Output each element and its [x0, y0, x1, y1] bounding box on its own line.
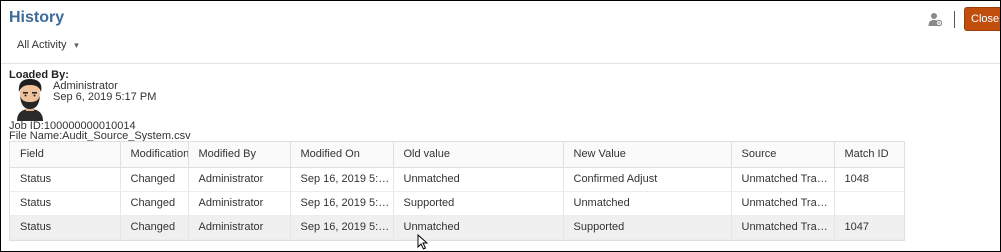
cell-source: Unmatched Transa... — [731, 215, 835, 240]
header-actions: Close — [926, 7, 1000, 31]
toolbar-divider — [954, 10, 955, 28]
table-row[interactable]: Status Changed Administrator Sep 16, 201… — [10, 167, 904, 192]
cell-field: Status — [10, 167, 121, 192]
cell-modified-by: Administrator — [188, 191, 291, 216]
cell-source: Unmatched Transa... — [731, 191, 835, 216]
cell-modified-on: Sep 16, 2019 5:22 ... — [290, 167, 394, 192]
cell-match-id — [834, 191, 904, 216]
loaded-by-date: Sep 6, 2019 5:17 PM — [53, 91, 157, 103]
header-divider — [1, 63, 1000, 64]
cell-new-value: Confirmed Adjust — [563, 167, 732, 192]
cell-modified-by: Administrator — [188, 215, 291, 240]
cell-old-value: Supported — [393, 191, 564, 216]
cell-modified-on: Sep 16, 2019 5:22 ... — [290, 191, 394, 216]
mouse-cursor-icon — [417, 233, 429, 250]
page-title: History — [9, 9, 65, 26]
column-header-modified-on[interactable]: Modified On — [290, 142, 394, 168]
avatar — [13, 77, 47, 121]
column-header-modified-by[interactable]: Modified By — [188, 142, 291, 168]
activity-filter-dropdown[interactable]: All Activity ▼ — [17, 39, 80, 51]
column-header-match-id[interactable]: Match ID — [834, 142, 904, 168]
column-header-modification[interactable]: Modification — [120, 142, 189, 168]
activity-filter-label: All Activity — [17, 39, 67, 51]
column-header-field[interactable]: Field — [10, 142, 121, 168]
cell-modification: Changed — [120, 215, 189, 240]
table-row[interactable]: Status Changed Administrator Sep 16, 201… — [10, 215, 904, 240]
cell-modification: Changed — [120, 167, 189, 192]
cell-modified-on: Sep 16, 2019 5:22 ... — [290, 215, 394, 240]
history-table: Field Modification Modified By Modified … — [9, 141, 905, 241]
cell-match-id: 1047 — [834, 215, 904, 240]
column-header-old-value[interactable]: Old value — [393, 142, 564, 168]
cell-match-id: 1048 — [834, 167, 904, 192]
cell-modified-by: Administrator — [188, 167, 291, 192]
table-header-row: Field Modification Modified By Modified … — [10, 142, 904, 168]
cell-field: Status — [10, 215, 121, 240]
close-button[interactable]: Close — [964, 7, 1000, 31]
column-header-source[interactable]: Source — [731, 142, 835, 168]
column-header-new-value[interactable]: New Value — [563, 142, 732, 168]
user-settings-icon[interactable] — [926, 10, 944, 28]
cell-modification: Changed — [120, 191, 189, 216]
cell-old-value: Unmatched — [393, 167, 564, 192]
history-panel: History All Activity ▼ Close Loaded By: — [0, 0, 1001, 252]
cell-new-value: Supported — [563, 215, 732, 240]
cell-source: Unmatched Transa... — [731, 167, 835, 192]
cell-field: Status — [10, 191, 121, 216]
cell-new-value: Unmatched — [563, 191, 732, 216]
chevron-down-icon: ▼ — [72, 40, 81, 50]
table-row[interactable]: Status Changed Administrator Sep 16, 201… — [10, 191, 904, 216]
